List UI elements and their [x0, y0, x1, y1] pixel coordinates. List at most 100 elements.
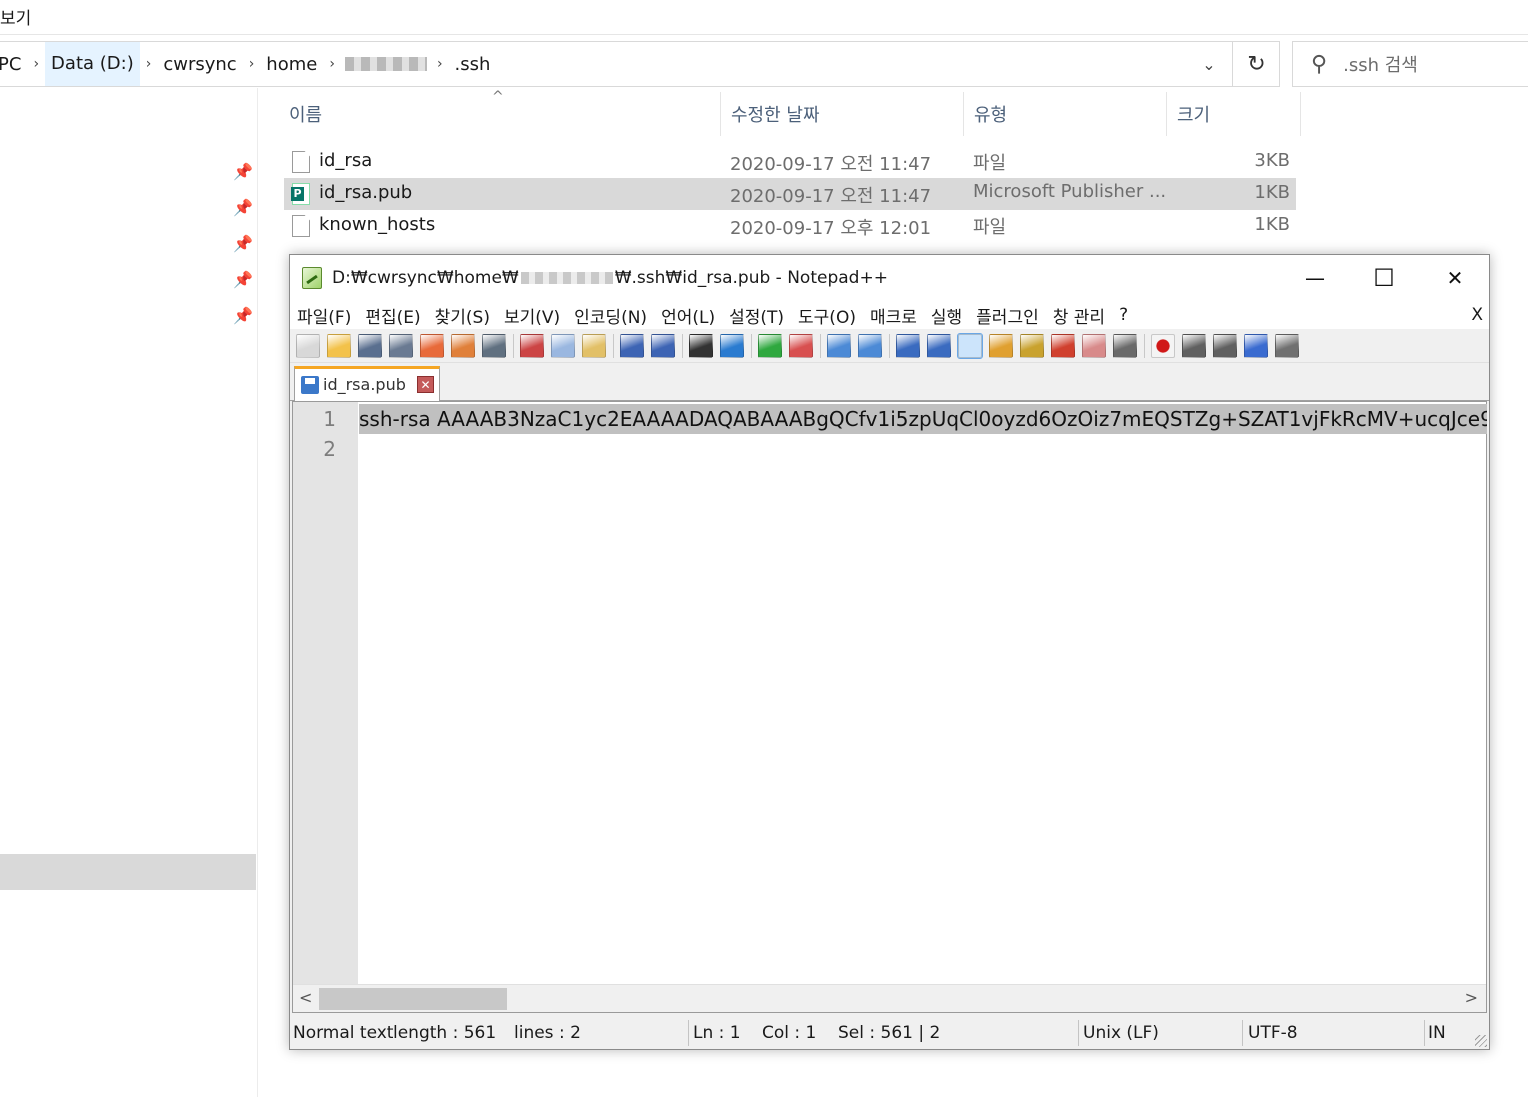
zoom-out-icon[interactable]	[789, 333, 813, 358]
file-icon	[292, 151, 310, 173]
text-editor[interactable]: 1 2 ssh-rsa AAAAB3NzaC1yc2EAAAADAQABAAAB…	[292, 401, 1487, 1013]
zoom-in-icon[interactable]	[758, 333, 782, 358]
chevron-right-icon[interactable]: ›	[323, 56, 341, 72]
replace-icon[interactable]	[720, 333, 744, 358]
menu-view[interactable]: 보기(V)	[504, 303, 560, 328]
minimize-icon[interactable]: —	[1280, 255, 1350, 301]
file-row[interactable]: id_rsa 2020-09-17 오전 11:47 파일 3KB	[284, 146, 1296, 178]
save-all-icon[interactable]	[389, 333, 413, 358]
sync-vertical-icon[interactable]	[827, 333, 851, 358]
status-divider	[688, 1020, 689, 1046]
horizontal-scrollbar[interactable]: < >	[293, 984, 1486, 1012]
breadcrumb-pc[interactable]: PC	[0, 54, 27, 75]
menu-language[interactable]: 언어(L)	[661, 303, 715, 328]
new-file-icon[interactable]	[296, 333, 320, 358]
menu-search[interactable]: 찾기(S)	[435, 303, 490, 328]
menu-macro[interactable]: 매크로	[870, 303, 917, 328]
toolbar-separator	[889, 333, 890, 358]
menu-edit[interactable]: 편집(E)	[365, 303, 420, 328]
save-icon[interactable]	[358, 333, 382, 358]
file-type: Microsoft Publisher ...	[973, 181, 1167, 202]
chevron-right-icon[interactable]: ›	[27, 56, 45, 72]
pin-icon[interactable]: 📌	[233, 234, 253, 253]
function-list-icon[interactable]	[1051, 333, 1075, 358]
close-all-icon[interactable]	[451, 333, 475, 358]
print-icon[interactable]	[482, 333, 506, 358]
indent-guide-icon[interactable]	[957, 332, 983, 359]
play-macro-icon[interactable]	[1213, 333, 1237, 358]
notepadpp-window[interactable]: D:₩cwrsync₩home₩ ₩.ssh₩id_rsa.pub - Note…	[289, 254, 1490, 1050]
chevron-right-icon[interactable]: ›	[243, 56, 261, 72]
refresh-icon[interactable]: ↻	[1232, 42, 1280, 86]
editor-line-selected[interactable]: ssh-rsa AAAAB3NzaC1yc2EAAAADAQABAAABgQCf…	[359, 404, 1487, 434]
open-file-icon[interactable]	[327, 333, 351, 358]
scrollbar-thumb[interactable]	[319, 988, 507, 1010]
breadcrumb-data-drive[interactable]: Data (D:)	[45, 42, 140, 86]
close-icon[interactable]: ✕	[1420, 255, 1490, 301]
maximize-icon[interactable]: ☐	[1349, 255, 1419, 301]
column-header-type[interactable]: 유형	[963, 92, 1166, 136]
scroll-right-icon[interactable]: >	[1465, 988, 1478, 1007]
pin-icon[interactable]: 📌	[233, 198, 253, 217]
title-bar[interactable]: D:₩cwrsync₩home₩ ₩.ssh₩id_rsa.pub - Note…	[290, 255, 1489, 301]
find-icon[interactable]	[689, 333, 713, 358]
ribbon-divider	[0, 34, 1528, 35]
column-header-name[interactable]: 이름	[279, 92, 720, 136]
search-input[interactable]: ⚲ .ssh 검색	[1292, 41, 1528, 87]
save-macro-icon[interactable]	[1275, 333, 1299, 358]
resize-grip[interactable]	[1475, 1035, 1487, 1047]
pin-icon[interactable]: 📌	[233, 306, 253, 325]
breadcrumb-ssh[interactable]: .ssh	[449, 54, 497, 75]
chevron-right-icon[interactable]: ›	[140, 56, 158, 72]
pin-icon[interactable]: 📌	[233, 162, 253, 181]
monitoring-icon[interactable]	[1113, 333, 1137, 358]
address-bar[interactable]: PC › Data (D:) › cwrsync › home › › .ssh…	[0, 41, 1280, 87]
file-row[interactable]: known_hosts 2020-09-17 오후 12:01 파일 1KB	[284, 210, 1296, 242]
menu-plugins[interactable]: 플러그인	[976, 303, 1039, 328]
breadcrumb-cwrsync[interactable]: cwrsync	[157, 54, 242, 75]
sync-horizontal-icon[interactable]	[858, 333, 882, 358]
cut-icon[interactable]	[520, 333, 544, 358]
file-row-selected[interactable]: id_rsa.pub 2020-09-17 오전 11:47 Microsoft…	[284, 178, 1296, 210]
show-all-chars-icon[interactable]	[927, 333, 951, 358]
doc-map-icon[interactable]	[1020, 333, 1044, 358]
breadcrumb-home[interactable]: home	[260, 54, 323, 75]
notepadpp-app-icon[interactable]	[302, 267, 322, 289]
pin-icon[interactable]: 📌	[233, 270, 253, 289]
run-macro-multiple-icon[interactable]	[1244, 333, 1268, 358]
redo-icon[interactable]	[651, 333, 675, 358]
line-number-gutter: 1 2	[293, 402, 358, 984]
user-language-icon[interactable]	[989, 333, 1013, 358]
undo-icon[interactable]	[620, 333, 644, 358]
status-ln: Ln : 1	[693, 1023, 741, 1043]
paste-icon[interactable]	[582, 333, 606, 358]
word-wrap-icon[interactable]	[896, 333, 920, 358]
menu-file[interactable]: 파일(F)	[297, 303, 351, 328]
menu-run[interactable]: 실행	[931, 303, 962, 328]
nav-selected-item[interactable]	[0, 854, 256, 890]
navigation-pane[interactable]: 📌 📌 📌 📌 📌	[0, 88, 258, 1097]
chevron-right-icon[interactable]: ›	[431, 56, 449, 72]
menu-tools[interactable]: 도구(O)	[798, 303, 856, 328]
title-path-suffix: ₩.ssh₩id_rsa.pub - Notepad++	[614, 268, 888, 288]
record-macro-icon[interactable]	[1151, 333, 1175, 358]
menu-settings[interactable]: 설정(T)	[729, 303, 784, 328]
chevron-down-icon[interactable]: ⌄	[1186, 42, 1232, 86]
close-document-icon[interactable]: X	[1471, 305, 1483, 325]
tab-close-icon[interactable]: ✕	[417, 376, 434, 393]
column-header-size[interactable]: 크기	[1166, 92, 1301, 136]
folder-workspace-icon[interactable]	[1082, 333, 1106, 358]
close-icon[interactable]	[420, 333, 444, 358]
ribbon-tab-view[interactable]: 보기	[0, 4, 31, 29]
breadcrumb-redacted-user[interactable]	[344, 57, 427, 71]
tab-id-rsa-pub[interactable]: id_rsa.pub ✕	[294, 366, 440, 401]
menu-help[interactable]: ?	[1119, 305, 1128, 325]
scroll-left-icon[interactable]: <	[299, 988, 312, 1007]
stop-macro-icon[interactable]	[1182, 333, 1206, 358]
status-divider	[1242, 1020, 1243, 1046]
copy-icon[interactable]	[551, 333, 575, 358]
menu-window[interactable]: 창 관리	[1053, 303, 1105, 328]
menu-encoding[interactable]: 인코딩(N)	[574, 303, 647, 328]
column-header-date[interactable]: 수정한 날짜	[720, 92, 963, 136]
file-date: 2020-09-17 오전 11:47	[730, 154, 932, 175]
